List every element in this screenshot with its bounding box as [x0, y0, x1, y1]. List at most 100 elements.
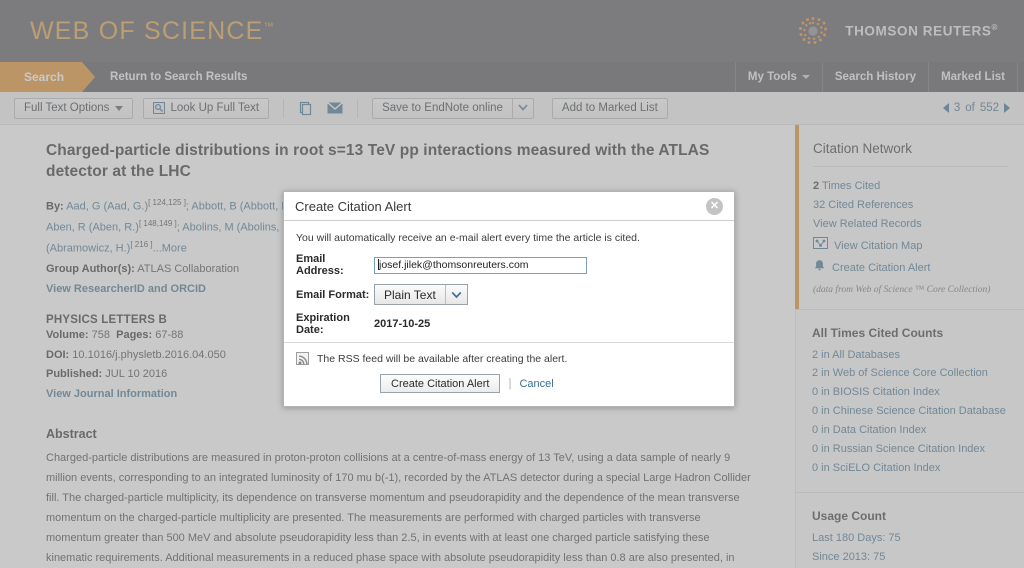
pager-total: 552 — [979, 102, 999, 114]
author-link[interactable]: ; Abolins, M (Abolins, M. — [177, 222, 295, 234]
prev-record-icon[interactable] — [942, 103, 949, 113]
create-citation-alert-label: Create Citation Alert — [832, 262, 931, 275]
save-to-endnote-dropdown-toggle[interactable] — [511, 97, 534, 119]
full-text-options-button[interactable]: Full Text Options — [14, 97, 134, 119]
email-format-row: Email Format: Plain Text — [296, 284, 722, 305]
next-record-icon[interactable] — [1004, 103, 1010, 113]
full-text-options-label: Full Text Options — [24, 102, 110, 114]
usage-last-180-days: Last 180 Days: 75 — [812, 531, 901, 544]
times-cited-db-row[interactable]: 2 in Web of Science Core Collection — [812, 364, 1008, 383]
author-link[interactable]: Aben, R (Aben, R.) — [46, 222, 139, 234]
look-up-full-text-button[interactable]: Look Up Full Text — [143, 97, 270, 119]
wos-logo-tm: ™ — [263, 21, 275, 33]
citation-network-panel: Citation Network 2 Times Cited 32 Cited … — [795, 125, 1024, 309]
nav-item-my-tools[interactable]: My Tools — [734, 62, 822, 92]
view-citation-map-label: View Citation Map — [834, 239, 923, 252]
navbar-right-group: My Tools Search History Marked List — [734, 62, 1024, 92]
chevron-down-icon — [518, 102, 528, 114]
email-icon[interactable] — [327, 102, 344, 114]
pager-of: of — [965, 102, 975, 114]
group-authors-label: Group Author(s): — [46, 263, 135, 276]
create-citation-alert-submit-button[interactable]: Create Citation Alert — [380, 374, 501, 393]
pages-value: 67-88 — [155, 328, 184, 341]
close-icon[interactable]: ✕ — [706, 197, 723, 215]
volume-value: 758 — [91, 328, 110, 341]
tr-wordmark-tm: ® — [991, 23, 998, 33]
author-link[interactable]: Aad, G (Aad, G.) — [66, 201, 148, 213]
thomson-reuters-wordmark: THOMSON REUTERS® — [845, 23, 998, 39]
chevron-down-icon — [115, 105, 124, 111]
times-cited-db-row[interactable]: 0 in Russian Science Citation Index — [812, 440, 1008, 459]
wos-logo-text: WEB OF SCIENCE — [30, 16, 264, 45]
doi-value: 10.1016/j.physletb.2016.04.050 — [72, 348, 226, 361]
group-authors-value: ATLAS Collaboration — [137, 263, 240, 276]
times-cited-row[interactable]: 2 Times Cited — [813, 177, 1008, 196]
times-cited-db-row[interactable]: 0 in BIOSIS Citation Index — [812, 383, 1008, 402]
expiration-date-label: Expiration Date: — [296, 312, 350, 336]
published-value: JUL 10 2016 — [105, 368, 168, 381]
times-cited-count: 2 — [813, 180, 820, 192]
tab-search[interactable]: Search — [0, 62, 96, 92]
view-related-records-row[interactable]: View Related Records — [813, 215, 1008, 234]
author-link[interactable]: ; Abbott, B (Abbott, B.) — [186, 201, 295, 213]
nav-item-marked-list[interactable]: Marked List — [928, 62, 1018, 92]
chevron-down-icon — [801, 75, 810, 79]
dialog-intro-text: You will automatically receive an e-mail… — [296, 232, 640, 244]
email-format-value: Plain Text — [384, 287, 436, 302]
times-cited-db-row[interactable]: 0 in Data Citation Index — [812, 421, 1008, 440]
tr-wordmark-text: THOMSON REUTERS — [845, 23, 992, 39]
email-address-value: josef.jilek@thomsonreuters.com — [379, 258, 529, 271]
sidebar: Citation Network 2 Times Cited 32 Cited … — [795, 125, 1024, 568]
action-divider: | — [508, 377, 512, 390]
web-of-science-logo[interactable]: WEB OF SCIENCE™ — [30, 17, 275, 46]
author-affiliation-ref: [ 216 ] — [130, 239, 153, 249]
page-title: Charged-particle distributions in root s… — [46, 142, 710, 180]
author-affiliation-ref: [ 124,125 ] — [148, 198, 186, 208]
return-to-search-results-link[interactable]: Return to Search Results — [82, 62, 261, 92]
times-cited-db-row[interactable]: 0 in SciELO Citation Index — [812, 459, 1008, 478]
nav-item-search-history[interactable]: Search History — [821, 62, 928, 92]
chevron-down-icon[interactable] — [444, 285, 467, 304]
save-to-endnote-button[interactable]: Save to EndNote online — [372, 97, 512, 119]
doi-label: DOI: — [46, 348, 70, 361]
all-times-cited-panel: All Times Cited Counts 2 in All Database… — [796, 310, 1024, 492]
add-to-marked-list-button[interactable]: Add to Marked List — [551, 97, 668, 119]
authors-more-link[interactable]: ...More — [153, 242, 187, 254]
expiration-date-row: Expiration Date: 2017-10-25 — [296, 312, 722, 336]
primary-navbar: Search Return to Search Results My Tools… — [0, 62, 1024, 92]
usage-since-2013: Since 2013: 75 — [812, 550, 886, 563]
dialog-title: Create Citation Alert — [295, 198, 412, 214]
dialog-footer: The RSS feed will be available after cre… — [284, 342, 734, 393]
look-up-full-text-icon — [153, 102, 166, 114]
times-cited-db-row[interactable]: 2 in All Databases — [812, 346, 1008, 365]
rss-note-row: The RSS feed will be available after cre… — [296, 352, 722, 365]
view-citation-map-row[interactable]: View Citation Map — [813, 236, 923, 256]
toolbar-divider — [357, 98, 359, 118]
cited-references-row[interactable]: 32 Cited References — [813, 196, 1008, 215]
record-pager: 3 of 552 — [942, 102, 1010, 114]
save-to-endnote-split-button[interactable]: Save to EndNote online — [372, 97, 534, 119]
thomson-reuters-brand: THOMSON REUTERS® — [793, 11, 998, 51]
author-link[interactable]: (Abramowicz, H.) — [46, 242, 130, 254]
published-label: Published: — [46, 368, 103, 381]
email-address-input[interactable]: josef.jilek@thomsonreuters.com — [374, 256, 587, 274]
citation-map-icon — [813, 236, 828, 256]
thomson-reuters-logo-icon — [793, 11, 833, 51]
cancel-link[interactable]: Cancel — [519, 378, 553, 390]
author-affiliation-ref: [ 148,149 ] — [138, 218, 177, 228]
abstract-heading: Abstract — [46, 427, 97, 442]
toolbar-divider — [283, 98, 285, 118]
nav-my-tools-label: My Tools — [747, 71, 797, 83]
times-cited-db-row[interactable]: 0 in Chinese Science Citation Database — [812, 402, 1008, 421]
email-format-select[interactable]: Plain Text — [374, 284, 468, 305]
dialog-header: Create Citation Alert ✕ — [284, 192, 734, 221]
usage-count-panel: Usage Count Last 180 Days: 75 Since 2013… — [796, 493, 1024, 568]
usage-count-heading: Usage Count — [812, 508, 887, 523]
page-root: WEB OF SCIENCE™ THOMSON REUTERS® Search … — [0, 0, 1024, 568]
expiration-date-value: 2017-10-25 — [374, 318, 431, 330]
create-citation-alert-row[interactable]: Create Citation Alert — [813, 259, 930, 279]
create-citation-alert-dialog: Create Citation Alert ✕ You will automat… — [283, 191, 735, 407]
panel-divider — [813, 166, 1008, 167]
abstract-text: Charged-particle distributions are measu… — [46, 452, 751, 565]
print-icon[interactable] — [298, 101, 313, 116]
